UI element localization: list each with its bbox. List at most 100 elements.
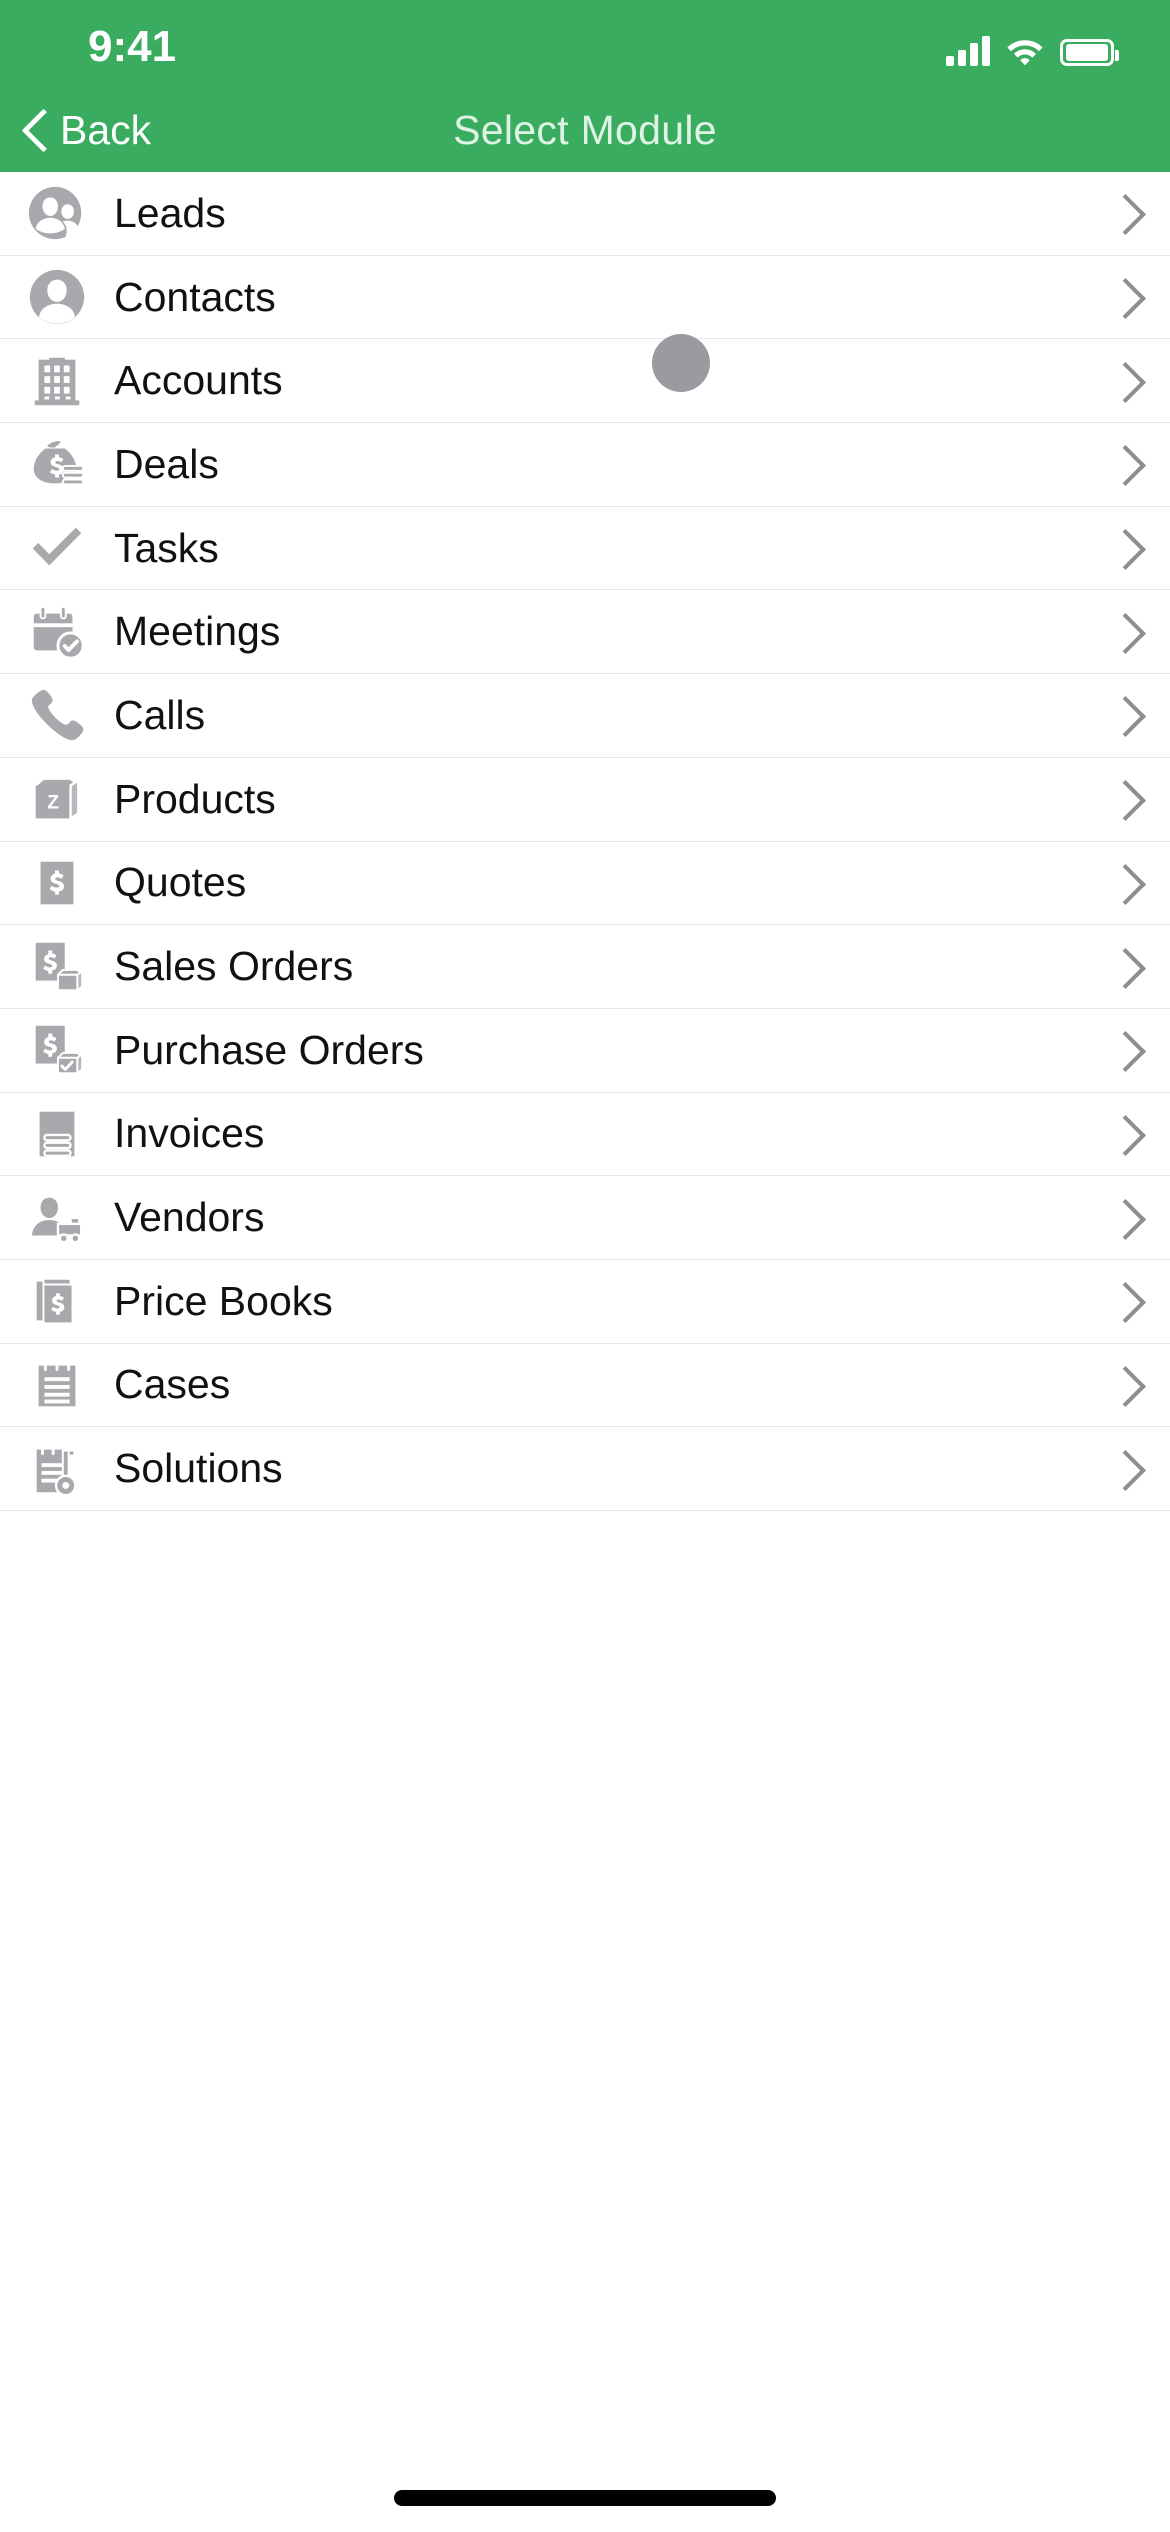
chevron-right-icon [1074,193,1170,233]
battery-full-icon [1060,39,1119,66]
chevron-right-glyph [1111,361,1133,401]
module-row-label: Accounts [114,357,283,404]
module-icon-container: Z [0,757,114,841]
module-icon-container [0,841,114,925]
chevron-right-glyph [1111,1449,1133,1489]
module-icon-container [0,506,114,590]
module-row-invoices[interactable]: Invoices [0,1092,1170,1177]
home-indicator-bar [394,2490,776,2506]
module-row-tasks[interactable]: Tasks [0,506,1170,591]
module-row-leads[interactable]: Leads [0,172,1170,256]
module-icon-container [0,1092,114,1176]
module-icon-container [0,255,114,339]
status-bar: 9:41 [0,0,1170,88]
module-row-solutions[interactable]: Solutions [0,1427,1170,1511]
status-bar-clock: 9:41 [88,22,177,71]
module-row-meetings[interactable]: Meetings [0,590,1170,675]
chevron-right-glyph [1111,1198,1133,1238]
chevron-right-icon [1074,1449,1170,1489]
money-bag-coins-icon [26,433,88,495]
module-row-label: Sales Orders [114,943,354,990]
svg-text:Z: Z [47,792,59,814]
chevron-right-glyph [1111,1030,1133,1070]
two-people-circle-icon [26,182,88,244]
module-list: Leads Contacts Accounts Deals Tasks Meetings C… [0,172,1170,1511]
module-row-label: Deals [114,440,219,487]
chevron-right-icon [1074,528,1170,568]
module-row-accounts[interactable]: Accounts [0,339,1170,424]
chevron-right-icon [1074,779,1170,819]
module-icon-container [0,590,114,674]
chevron-right-glyph [1111,1114,1133,1154]
module-row-label: Products [114,775,276,822]
module-row-label: Purchase Orders [114,1026,424,1073]
module-row-sales-orders[interactable]: Sales Orders [0,925,1170,1009]
module-row-contacts[interactable]: Contacts [0,255,1170,340]
module-icon-container [0,674,114,758]
chevron-right-glyph [1111,444,1133,484]
module-row-label: Contacts [114,273,276,320]
chevron-right-glyph [1111,1365,1133,1405]
chevron-left-icon [22,109,48,151]
back-button-label: Back [60,106,152,153]
chevron-right-icon [1074,863,1170,903]
invoice-lines-icon [26,1103,88,1165]
module-icon-container [0,172,114,256]
person-circle-icon [26,266,88,328]
chevron-right-glyph [1111,779,1133,819]
touch-cursor-dot [652,334,710,392]
module-row-label: Vendors [114,1194,265,1241]
chevron-right-glyph [1111,863,1133,903]
module-row-label: Price Books [114,1277,333,1324]
chevron-right-glyph [1111,277,1133,317]
notepad-lines-icon [26,1354,88,1416]
module-icon-container [0,423,114,507]
module-row-products[interactable]: Z Products [0,757,1170,842]
module-icon-container [0,1343,114,1427]
module-row-cases[interactable]: Cases [0,1343,1170,1428]
module-row-vendors[interactable]: Vendors [0,1176,1170,1260]
navigation-bar: Select Module Back [0,88,1170,172]
chevron-right-glyph [1111,695,1133,735]
chevron-right-icon [1074,947,1170,987]
back-button[interactable]: Back [22,88,161,172]
module-row-label: Calls [114,691,206,738]
box-z-icon: Z [26,768,88,830]
office-building-icon [26,350,88,412]
dollar-document-icon [26,852,88,914]
signal-bars-icon [946,36,990,66]
chevron-right-icon [1074,695,1170,735]
module-row-label: Solutions [114,1445,283,1492]
module-row-purchase-orders[interactable]: Purchase Orders [0,1008,1170,1093]
page-title: Select Module [453,106,717,153]
module-icon-container [0,1008,114,1092]
dollar-document-box-check-icon [26,1019,88,1081]
books-dollar-icon [26,1270,88,1332]
chevron-right-icon [1074,444,1170,484]
module-icon-container [0,1259,114,1343]
phone-handset-icon [26,684,88,746]
module-row-calls[interactable]: Calls [0,674,1170,758]
module-row-label: Invoices [114,1110,265,1157]
chevron-right-icon [1074,612,1170,652]
module-row-price-books[interactable]: Price Books [0,1259,1170,1344]
module-row-deals[interactable]: Deals [0,423,1170,507]
dollar-document-box-icon [26,936,88,998]
module-icon-container [0,339,114,423]
module-row-label: Quotes [114,859,247,906]
module-icon-container [0,1176,114,1260]
module-icon-container [0,925,114,1009]
notepad-key-icon [26,1438,88,1500]
module-row-quotes[interactable]: Quotes [0,841,1170,926]
module-row-label: Tasks [114,524,219,571]
module-row-label: Cases [114,1361,231,1408]
person-cart-icon [26,1187,88,1249]
checkmark-icon [26,517,88,579]
chevron-right-icon [1074,277,1170,317]
chevron-right-glyph [1111,1281,1133,1321]
chevron-right-icon [1074,1365,1170,1405]
module-icon-container [0,1427,114,1511]
chevron-right-icon [1074,1198,1170,1238]
chevron-right-icon [1074,1030,1170,1070]
phone-screen: 9:41 Select Module Back Leads Contacts A… [0,0,1170,2532]
